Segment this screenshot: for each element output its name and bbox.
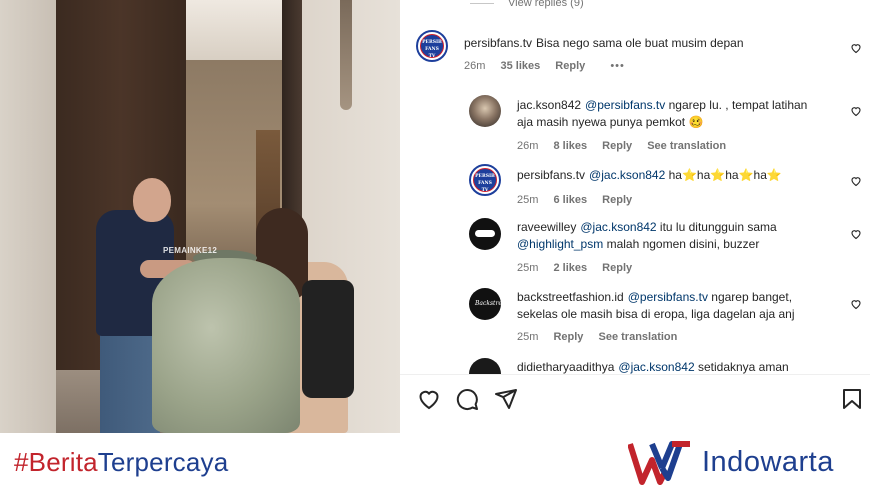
comment-likes[interactable]: 8 likes xyxy=(553,140,587,152)
comment-text: jac.kson842 @persibfans.tv ngarep lu. , t… xyxy=(517,97,847,131)
comment-meta: 25m 6 likes Reply xyxy=(517,194,644,206)
view-replies-link[interactable]: View replies (9) xyxy=(470,0,584,9)
heart-icon[interactable] xyxy=(850,175,862,187)
comment-text: raveewilley @jac.kson842 itu lu ditunggui… xyxy=(517,219,847,253)
comment-time: 25m xyxy=(517,262,539,274)
reply-button[interactable]: Reply xyxy=(602,194,632,206)
comment-body-line2: aja masih nyewa punya pemkot xyxy=(517,115,686,129)
mention-link[interactable]: @jac.kson842 xyxy=(580,220,656,234)
man-head xyxy=(133,178,171,222)
comment-username[interactable]: didietharyaadithya xyxy=(517,360,614,374)
comment-meta: 25m 2 likes Reply xyxy=(517,262,644,274)
comment-icon[interactable] xyxy=(455,387,479,411)
comment-body-ha: ha xyxy=(725,168,739,182)
comment-username[interactable]: jac.kson842 xyxy=(517,98,581,112)
comment-likes[interactable]: 35 likes xyxy=(500,60,540,72)
comment-body-ha: ha xyxy=(753,168,767,182)
comment-username[interactable]: persibfans.tv xyxy=(517,168,585,182)
comment-time: 26m xyxy=(464,60,486,72)
comment-likes[interactable]: 6 likes xyxy=(553,194,587,206)
indowarta-w-icon xyxy=(627,441,690,485)
avatar[interactable]: PERSIB FANS TV xyxy=(469,164,501,196)
heart-icon[interactable] xyxy=(850,298,862,310)
comment-meta: 25m Reply See translation xyxy=(517,331,689,343)
replies-divider xyxy=(470,2,494,4)
heart-icon[interactable] xyxy=(417,387,441,411)
comment-time: 25m xyxy=(517,194,539,206)
star-emoji: ⭐ xyxy=(738,168,754,182)
comments-panel[interactable]: View replies (9) PERSIB FANS TV persibfa… xyxy=(400,0,870,433)
heart-icon[interactable] xyxy=(850,105,862,117)
mention-link[interactable]: @jac.kson842 xyxy=(589,168,665,182)
avatar[interactable] xyxy=(469,95,501,127)
comment-text: persibfans.tv @jac.kson842 ha⭐ha⭐ha⭐ha⭐ xyxy=(517,167,782,184)
persib-logo: PERSIB FANS TV xyxy=(420,34,444,59)
mask-graphic xyxy=(475,230,495,237)
news-banner: #BeritaTerpercaya Indowarta xyxy=(0,433,870,490)
view-replies-label: View replies (9) xyxy=(508,0,584,9)
large-vase xyxy=(152,258,300,433)
comment-meta: 26m 35 likes Reply ••• xyxy=(464,60,637,72)
mention-link[interactable]: @persibfans.tv xyxy=(585,98,665,112)
ceiling-light xyxy=(186,0,282,60)
comment-body: itu lu ditungguin sama xyxy=(656,220,777,234)
comment-body: ngarep banget, xyxy=(707,290,793,304)
see-translation-link[interactable]: See translation xyxy=(599,331,678,343)
woozy-face-emoji: 🥴 xyxy=(688,115,704,129)
comment-text: backstreetfashion.id @persibfans.tv ngare… xyxy=(517,289,852,323)
send-icon[interactable] xyxy=(494,387,518,411)
bookmark-icon[interactable] xyxy=(840,387,864,411)
mention-link[interactable]: @highlight_psm xyxy=(517,237,603,251)
comment-body: Bisa nego sama ole buat musim depan xyxy=(536,36,744,50)
comment-likes[interactable]: 2 likes xyxy=(553,262,587,274)
post-action-bar xyxy=(400,374,870,433)
reply-button[interactable]: Reply xyxy=(602,140,632,152)
brand-name: Indowarta xyxy=(702,446,834,478)
black-bag xyxy=(302,280,354,398)
star-emoji: ⭐ xyxy=(681,168,697,182)
comment-username[interactable]: raveewilley xyxy=(517,220,576,234)
comment-body-line2: malah ngomen disini, buzzer xyxy=(603,237,760,251)
video-frame[interactable]: PEMAINKE12 xyxy=(0,0,400,433)
avatar[interactable]: PERSIB FANS TV xyxy=(416,30,448,62)
comment-body-line2: sekelas ole masih bisa di eropa, liga da… xyxy=(517,307,795,321)
heart-icon[interactable] xyxy=(850,228,862,240)
comment-body-ha: ha xyxy=(696,168,711,182)
star-emoji: ⭐ xyxy=(766,168,782,182)
backstreet-logo: Backstreet xyxy=(475,300,501,307)
comment-username[interactable]: backstreetfashion.id xyxy=(517,290,624,304)
avatar[interactable] xyxy=(469,218,501,250)
star-emoji: ⭐ xyxy=(710,168,726,182)
persib-logo: PERSIB FANS TV xyxy=(473,168,497,193)
reply-button[interactable]: Reply xyxy=(553,331,583,343)
reply-button[interactable]: Reply xyxy=(602,262,632,274)
hashtag-slogan: #BeritaTerpercaya xyxy=(14,447,228,478)
comment-time: 26m xyxy=(517,140,539,152)
indowarta-logo[interactable]: Indowarta xyxy=(627,440,868,486)
heart-icon[interactable] xyxy=(850,42,862,54)
comment-time: 25m xyxy=(517,331,539,343)
comment-body: ngarep lu. , tempat latihan xyxy=(665,98,808,112)
wall-lamp xyxy=(340,0,352,110)
hashtag-part2: Terpercaya xyxy=(97,447,229,477)
comment-username[interactable]: persibfans.tv xyxy=(464,36,532,50)
comment-body: ha xyxy=(665,168,682,182)
hashtag-part1: #Berita xyxy=(14,447,98,477)
avatar[interactable]: Backstreet xyxy=(469,288,501,320)
comment-body: setidaknya aman xyxy=(694,360,789,374)
reply-button[interactable]: Reply xyxy=(555,60,585,72)
comment-text: persibfans.tv Bisa nego sama ole buat mus… xyxy=(464,35,744,52)
see-translation-link[interactable]: See translation xyxy=(647,140,726,152)
mention-link[interactable]: @jac.kson842 xyxy=(618,360,694,374)
comment-meta: 26m 8 likes Reply See translation xyxy=(517,140,738,152)
man-legs xyxy=(100,330,160,433)
video-watermark: PEMAINKE12 xyxy=(163,246,218,255)
more-options-icon[interactable]: ••• xyxy=(610,60,625,72)
mention-link[interactable]: @persibfans.tv xyxy=(628,290,708,304)
left-wall xyxy=(0,0,56,433)
